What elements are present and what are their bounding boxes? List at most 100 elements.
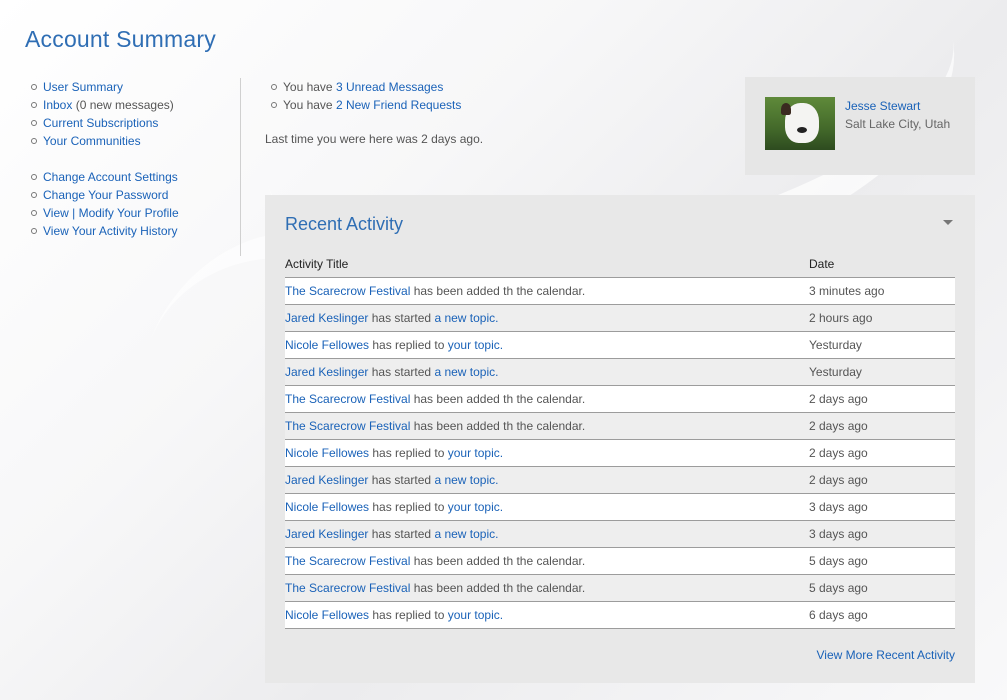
activity-subject-link[interactable]: Nicole Fellowes (285, 500, 369, 514)
activity-text: has been added th the calendar. (410, 284, 586, 298)
table-row: Jared Keslinger has started a new topic.… (285, 466, 955, 494)
activity-title-cell: Nicole Fellowes has replied to your topi… (285, 439, 809, 467)
activity-date-cell: 2 days ago (809, 466, 955, 494)
nav-item-activity-history: View Your Activity History (30, 222, 240, 240)
activity-subject-link[interactable]: Nicole Fellowes (285, 338, 369, 352)
dog-photo (781, 103, 791, 115)
profile-name-link[interactable]: Jesse Stewart (845, 99, 920, 113)
profile-location: Salt Lake City, Utah (845, 117, 951, 131)
activity-topic-link[interactable]: your topic (448, 338, 500, 352)
activity-subject-link[interactable]: Jared Keslinger (285, 473, 368, 487)
table-row: Nicole Fellowes has replied to your topi… (285, 439, 955, 467)
activity-title-cell: Nicole Fellowes has replied to your topi… (285, 331, 809, 359)
activity-subject-link[interactable]: The Scarecrow Festival (285, 581, 410, 595)
change-password-link[interactable]: Change Your Password (43, 188, 168, 202)
activity-table: Activity Title Date The Scarecrow Festiv… (285, 250, 955, 629)
settings-nav-group: Change Account Settings Change Your Pass… (30, 168, 240, 240)
activity-date-cell: 3 days ago (809, 520, 955, 548)
profile-card: Jesse Stewart Salt Lake City, Utah (745, 77, 975, 175)
activity-title-cell: Jared Keslinger has started a new topic. (285, 520, 809, 548)
activity-date-cell: 2 hours ago (809, 304, 955, 332)
activity-period: . (499, 338, 504, 352)
activity-history-link[interactable]: View Your Activity History (43, 224, 178, 238)
view-more-activity-link[interactable]: View More Recent Activity (817, 648, 956, 662)
activity-text: has started (368, 365, 435, 379)
activity-topic-link[interactable]: your topic (448, 608, 500, 622)
activity-period: . (499, 608, 504, 622)
column-header-title: Activity Title (285, 250, 809, 278)
activity-subject-link[interactable]: Nicole Fellowes (285, 608, 369, 622)
friend-requests-link[interactable]: 2 New Friend Requests (336, 98, 461, 112)
activity-text: has replied to (369, 500, 448, 514)
table-row: The Scarecrow Festival has been added th… (285, 277, 955, 305)
nav-item-password: Change Your Password (30, 186, 240, 204)
account-settings-link[interactable]: Change Account Settings (43, 170, 178, 184)
user-summary-link[interactable]: User Summary (43, 80, 123, 94)
activity-topic-link[interactable]: your topic (448, 500, 500, 514)
activity-text: has been added th the calendar. (410, 581, 586, 595)
page-title: Account Summary (25, 26, 216, 52)
activity-title-cell: The Scarecrow Festival has been added th… (285, 574, 809, 602)
activity-title-cell: Jared Keslinger has started a new topic. (285, 466, 809, 494)
table-header-row: Activity Title Date (285, 250, 955, 278)
activity-subject-link[interactable]: The Scarecrow Festival (285, 284, 410, 298)
activity-text: has been added th the calendar. (410, 419, 586, 433)
activity-subject-link[interactable]: The Scarecrow Festival (285, 554, 410, 568)
activity-subject-link[interactable]: Jared Keslinger (285, 311, 368, 325)
inbox-link[interactable]: Inbox (43, 98, 72, 112)
table-row: The Scarecrow Festival has been added th… (285, 412, 955, 440)
activity-text: has started (368, 527, 435, 541)
activity-text: has been added th the calendar. (410, 392, 586, 406)
activity-subject-link[interactable]: The Scarecrow Festival (285, 419, 410, 433)
unread-messages-notice: You have 3 Unread Messages (270, 78, 461, 96)
table-row: Jared Keslinger has started a new topic.… (285, 358, 955, 386)
activity-topic-link[interactable]: your topic (448, 446, 500, 460)
inbox-count: (0 new messages) (72, 98, 174, 112)
activity-period: . (499, 446, 504, 460)
activity-title-cell: Jared Keslinger has started a new topic. (285, 358, 809, 386)
table-row: Nicole Fellowes has replied to your topi… (285, 331, 955, 359)
unread-messages-link[interactable]: 3 Unread Messages (336, 80, 443, 94)
activity-text: has started (368, 473, 435, 487)
nav-item-subscriptions: Current Subscriptions (30, 114, 240, 132)
activity-title-cell: The Scarecrow Festival has been added th… (285, 547, 809, 575)
activity-title-cell: Jared Keslinger has started a new topic. (285, 304, 809, 332)
dog-photo (797, 127, 807, 133)
friend-requests-notice: You have 2 New Friend Requests (270, 96, 461, 114)
activity-text: has replied to (369, 446, 448, 460)
account-nav-group: User Summary Inbox (0 new messages) Curr… (30, 78, 240, 150)
activity-date-cell: 2 days ago (809, 439, 955, 467)
activity-subject-link[interactable]: Nicole Fellowes (285, 446, 369, 460)
activity-date-cell: 3 days ago (809, 493, 955, 521)
communities-link[interactable]: Your Communities (43, 134, 141, 148)
modify-profile-link[interactable]: View | Modify Your Profile (43, 206, 179, 220)
activity-topic-link[interactable]: a new topic (434, 473, 495, 487)
recent-activity-title: Recent Activity (285, 214, 404, 234)
table-row: The Scarecrow Festival has been added th… (285, 547, 955, 575)
activity-date-cell: 5 days ago (809, 547, 955, 575)
activity-topic-link[interactable]: a new topic (434, 365, 495, 379)
activity-topic-link[interactable]: a new topic (434, 311, 495, 325)
activity-text: has been added th the calendar. (410, 554, 586, 568)
nav-item-user-summary: User Summary (30, 78, 240, 96)
column-header-date: Date (809, 250, 955, 278)
nav-item-account-settings: Change Account Settings (30, 168, 240, 186)
activity-subject-link[interactable]: Jared Keslinger (285, 527, 368, 541)
activity-topic-link[interactable]: a new topic (434, 527, 495, 541)
activity-title-cell: The Scarecrow Festival has been added th… (285, 385, 809, 413)
table-row: Nicole Fellowes has replied to your topi… (285, 601, 955, 629)
activity-period: . (495, 311, 499, 325)
activity-date-cell: 2 days ago (809, 412, 955, 440)
subscriptions-link[interactable]: Current Subscriptions (43, 116, 158, 130)
account-nav: User Summary Inbox (0 new messages) Curr… (30, 78, 241, 256)
notice-prefix: You have (283, 80, 336, 94)
activity-title-cell: The Scarecrow Festival has been added th… (285, 412, 809, 440)
activity-title-cell: Nicole Fellowes has replied to your topi… (285, 601, 809, 629)
activity-date-cell: Yesturday (809, 358, 955, 386)
activity-text: has replied to (369, 338, 448, 352)
collapse-arrow-icon[interactable] (943, 220, 953, 225)
avatar[interactable] (765, 97, 835, 150)
activity-period: . (495, 527, 499, 541)
activity-subject-link[interactable]: Jared Keslinger (285, 365, 368, 379)
activity-subject-link[interactable]: The Scarecrow Festival (285, 392, 410, 406)
